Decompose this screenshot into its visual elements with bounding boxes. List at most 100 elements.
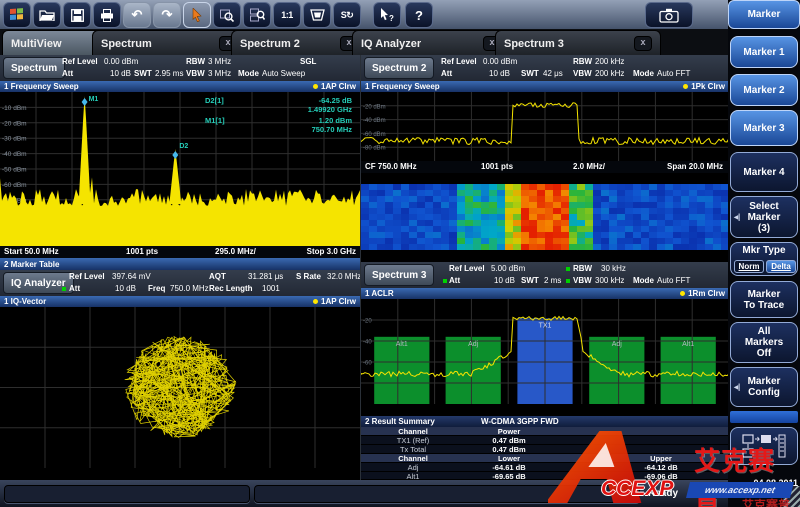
zoom-1-1-icon: 1:1 — [281, 10, 293, 20]
rbw-value: 30 kHz — [601, 264, 626, 273]
sequencer-overview-icon — [741, 432, 787, 460]
marker-2-button[interactable]: Marker 2 — [730, 74, 798, 106]
ref-level-value: 0.00 dBm — [104, 57, 138, 66]
axis-span: Span 20.0 MHz — [667, 162, 723, 171]
tab-spectrum[interactable]: Spectrum x — [92, 30, 246, 56]
svg-text:-40 dBm: -40 dBm — [363, 118, 386, 124]
axis-cf: CF 750.0 MHz — [365, 162, 417, 171]
softkey-sidebar: Marker Marker 1 Marker 2 Marker 3 Marker… — [728, 0, 800, 507]
svg-text:1.20 dBm: 1.20 dBm — [319, 116, 353, 125]
window-title: 2 Marker Table — [4, 260, 59, 269]
display-update-button[interactable] — [303, 2, 331, 28]
select-cursor-button[interactable] — [183, 2, 211, 28]
tab-spectrum-3[interactable]: Spectrum 3 x — [495, 30, 661, 56]
mkr-type-norm-button[interactable]: Norm — [734, 260, 764, 273]
help-select-button[interactable]: ? — [373, 2, 401, 28]
svg-text:750.70 MHz: 750.70 MHz — [312, 125, 353, 134]
marker-3-button[interactable]: Marker 3 — [730, 110, 798, 146]
ref-level-label: Ref Level — [449, 264, 485, 273]
tab-label: IQ Analyzer — [361, 38, 421, 50]
display-update-icon — [310, 9, 325, 21]
s-rate-value: 32.0 MHz — [327, 272, 361, 281]
svg-text:-20 dBm: -20 dBm — [2, 120, 27, 127]
close-icon[interactable]: x — [634, 36, 652, 51]
swt-label: SWT — [521, 69, 539, 78]
iq-header: IQ Analyzer Ref Level 397.64 mV AQT 31.2… — [0, 270, 360, 297]
trace-dot-icon — [313, 299, 318, 304]
more-arrow-icon: ◂| — [734, 212, 740, 223]
axis-points: 1001 pts — [126, 247, 158, 256]
att-label: Att — [69, 284, 80, 293]
windows-logo-icon[interactable] — [3, 2, 31, 28]
mkr-type-group: Mkr Type Norm Delta — [730, 242, 798, 276]
sequencer-overview-button[interactable] — [730, 427, 798, 465]
analyzer-window: ↶ ↷ 1:1 — [0, 0, 800, 507]
svg-text:M1: M1 — [89, 96, 99, 103]
redo-icon: ↷ — [162, 7, 173, 23]
vbw-label: VBW — [186, 69, 205, 78]
spectrum2-chart: -20 dBm-40 dBm-60 dBm-80 dBm — [361, 92, 729, 161]
marker-to-trace-button[interactable]: Marker To Trace — [730, 281, 798, 318]
tab-multiview[interactable]: MultiView — [2, 30, 106, 56]
zoom-1-1-button[interactable]: 1:1 — [273, 2, 301, 28]
att-value: 10 dB — [494, 276, 515, 285]
svg-text:TX1: TX1 — [539, 322, 552, 329]
zoom-windows-button[interactable] — [243, 2, 271, 28]
spectrum3-device-button[interactable]: Spectrum 3 — [364, 264, 434, 286]
open-folder-icon — [39, 9, 55, 21]
trace-dot-icon — [680, 291, 685, 296]
marker-config-button[interactable]: ◂| Marker Config — [730, 367, 798, 407]
save-icon — [71, 9, 84, 22]
undo-button[interactable]: ↶ — [123, 2, 151, 28]
marker-1-button[interactable]: Marker 1 — [730, 36, 798, 68]
mode-label: Mode — [633, 69, 654, 78]
spectrogram-waterfall — [361, 184, 729, 250]
tab-iq-analyzer[interactable]: IQ Analyzer x — [352, 30, 510, 56]
status-dot — [566, 267, 570, 271]
trace-label: 1AP Clrw — [321, 82, 356, 91]
mkr-type-delta-button[interactable]: Delta — [766, 260, 796, 273]
sequencer-icon: S↻ — [341, 10, 354, 21]
zoom-windows-icon — [250, 8, 265, 22]
status-groove — [4, 485, 250, 503]
svg-text:-60 dBm: -60 dBm — [363, 132, 386, 138]
rec-length-value: 1001 — [262, 284, 280, 293]
right-column: Spectrum 2 Ref Level 0.00 dBm RBW 200 kH… — [360, 55, 728, 480]
att-label: Att — [449, 276, 460, 285]
marker-4-button[interactable]: Marker 4 — [730, 152, 798, 192]
trace-dot-icon — [683, 84, 688, 89]
att-label: Att — [62, 69, 73, 78]
svg-text:-64.25 dB: -64.25 dB — [319, 96, 353, 105]
all-markers-off-button[interactable]: All Markers Off — [730, 322, 798, 363]
print-button[interactable] — [93, 2, 121, 28]
vbw-value: 300 kHz — [595, 276, 624, 285]
spectrum1-axis: Start 50.0 MHz 1001 pts 295.0 MHz/ Stop … — [0, 246, 360, 258]
svg-text:?: ? — [389, 14, 394, 22]
axis-step: 295.0 MHz/ — [215, 247, 256, 256]
marker-menu-header[interactable]: Marker — [728, 0, 800, 29]
spectrum2-axis: CF 750.0 MHz 1001 pts 2.0 MHz/ Span 20.0… — [361, 161, 729, 173]
swt-label: SWT — [521, 276, 539, 285]
sequencer-button[interactable]: S↻ — [333, 2, 361, 28]
ref-level-value: 397.64 mV — [112, 272, 151, 281]
redo-button[interactable]: ↷ — [153, 2, 181, 28]
open-button[interactable] — [33, 2, 61, 28]
table-row: Channel Lower Upper — [361, 454, 729, 463]
zoom-area-button[interactable] — [213, 2, 241, 28]
help-button[interactable]: ? — [405, 2, 433, 28]
select-marker-button[interactable]: ◂| Select Marker (3) — [730, 196, 798, 238]
svg-text:Alt1: Alt1 — [682, 341, 694, 348]
spectrum2-device-button[interactable]: Spectrum 2 — [364, 57, 434, 79]
tab-spectrum-2[interactable]: Spectrum 2 x — [231, 30, 367, 56]
screenshot-button[interactable] — [645, 2, 693, 28]
mode-label: Mode — [238, 69, 259, 78]
svg-text:-60 dBm: -60 dBm — [2, 182, 27, 189]
window-title: 1 IQ-Vector — [4, 297, 46, 306]
svg-text:-60: -60 — [363, 361, 372, 367]
svg-text:Alt1: Alt1 — [396, 341, 408, 348]
save-button[interactable] — [63, 2, 91, 28]
spectrum1-device-button[interactable]: Spectrum — [3, 57, 65, 79]
freq-label: Freq — [148, 284, 165, 293]
zoom-area-icon — [220, 8, 234, 22]
axis-start: Start 50.0 MHz — [4, 247, 59, 256]
